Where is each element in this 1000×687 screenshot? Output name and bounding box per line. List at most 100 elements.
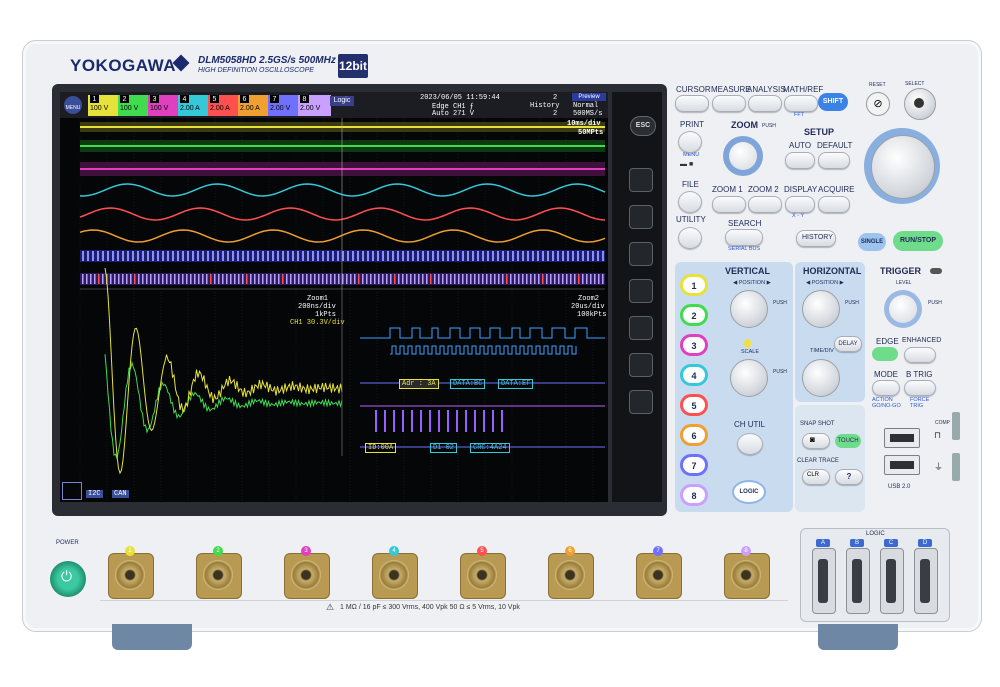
btrig-button[interactable] [904,380,936,396]
enhanced-button[interactable] [904,347,936,363]
can-bit [393,410,395,432]
channel-6-info[interactable]: 6 2.00 A [238,95,271,116]
input-2-bnc[interactable] [196,553,242,599]
probe-comp-terminal[interactable] [952,412,960,440]
mode-button[interactable] [872,380,900,396]
softkey-4[interactable] [629,279,653,303]
logic-bit [302,274,304,284]
channel-2-button[interactable]: 2 [680,304,708,326]
input-7-bnc[interactable] [636,553,682,599]
shift-button[interactable]: SHIFT [818,93,848,111]
logic-bit [414,274,416,284]
reset-icon[interactable]: ⊘ [866,92,890,116]
softkey-1[interactable] [629,168,653,192]
channel-7-button[interactable]: 7 [680,454,708,476]
esc-button[interactable]: ESC [630,116,656,136]
power-button[interactable]: ⏻ [50,561,86,597]
logic-port-B[interactable] [846,548,870,614]
logic-bit [452,251,454,261]
display-button[interactable] [785,196,815,213]
softkey-7[interactable] [629,390,653,414]
input-8-bnc[interactable] [724,553,770,599]
softkey-2[interactable] [629,205,653,229]
channel-1-button[interactable]: 1 [680,274,708,296]
wave-icon[interactable] [62,482,82,500]
channel-6-button[interactable]: 6 [680,424,708,446]
ch-util-button[interactable] [737,433,763,455]
logic-bit [142,274,144,284]
input-6-bnc[interactable] [548,553,594,599]
horizontal-position-knob[interactable] [802,290,840,328]
logic-bit [450,274,452,284]
channel-4-button[interactable]: 4 [680,364,708,386]
channel-3-button[interactable]: 3 [680,334,708,356]
channel-5-button[interactable]: 5 [680,394,708,416]
zoom2-button[interactable] [748,196,782,213]
channel-8-info[interactable]: 8 2.00 V [298,95,331,116]
edge-button[interactable] [872,347,898,361]
channel-8-button[interactable]: 8 [680,484,708,506]
input-3-bnc[interactable] [284,553,330,599]
ground-terminal[interactable] [952,453,960,481]
print-button[interactable] [678,131,702,153]
input-4-bnc[interactable] [372,553,418,599]
usb-port-1[interactable] [884,428,920,448]
logic-bit [94,274,96,284]
logic-port-C[interactable] [880,548,904,614]
channel-1-info[interactable]: 1 100 V [88,95,121,116]
input-5-bnc[interactable] [460,553,506,599]
single-button[interactable]: SINGLE [858,233,886,251]
usb-port-2[interactable] [884,455,920,475]
delay-button[interactable]: DELAY [834,336,862,352]
logic-bit [522,251,524,261]
logic-bit [202,251,204,261]
logic-bit [586,274,588,284]
vertical-scale-knob[interactable] [730,359,768,397]
softkey-6[interactable] [629,353,653,377]
run-stop-button[interactable]: RUN/STOP [893,231,943,251]
search-button[interactable] [725,229,763,246]
logic-bit [107,251,109,261]
snapshot-button[interactable]: ◙ [802,433,830,449]
measure-button[interactable] [712,95,746,112]
jog-knob[interactable] [871,135,935,199]
logic-bit [287,251,289,261]
utility-button[interactable] [678,227,702,249]
softkey-3[interactable] [629,242,653,266]
zoom-knob[interactable] [729,142,757,170]
channel-7-info[interactable]: 7 2.00 V [268,95,301,116]
channel-3-info[interactable]: 3 100 V [148,95,181,116]
logic-button[interactable]: LOGIC [732,480,766,504]
history-button[interactable]: HISTORY [796,230,836,247]
file-button[interactable] [678,191,702,213]
comp-label: COMP [935,420,950,426]
mode-label: Normal [573,102,599,110]
touch-button[interactable]: TOUCH [835,434,861,448]
logic-bit [394,274,396,284]
channel-5-info[interactable]: 5 2.00 A [208,95,241,116]
vertical-position-knob[interactable] [730,290,768,328]
softkey-5[interactable] [629,316,653,340]
channel-4-info[interactable]: 4 2.00 A [178,95,211,116]
input-1-bnc[interactable] [108,553,154,599]
bus2-tag[interactable]: CAN [112,490,129,498]
acquire-button[interactable] [818,196,850,213]
cursor-button[interactable] [675,95,709,112]
logic-tag[interactable]: Logic [330,96,354,106]
logic-port-D[interactable] [914,548,938,614]
menu-icon[interactable]: MENU [64,96,82,114]
bus1-tag[interactable]: I2C [86,490,103,498]
zoom1-button[interactable] [712,196,746,213]
auto-button[interactable] [785,152,815,169]
timediv-knob[interactable] [802,359,840,397]
help-button[interactable]: ? [835,469,863,485]
history-btn-label: HISTORY [802,234,833,241]
level-knob[interactable] [889,295,917,323]
logic-bit [372,251,374,261]
mathref-button[interactable] [784,95,818,112]
analysis-button[interactable] [748,95,782,112]
default-button[interactable] [818,152,850,169]
logic-port-A[interactable] [812,548,836,614]
clear-trace-button[interactable]: CLR [802,469,830,485]
channel-2-info[interactable]: 2 100 V [118,95,151,116]
